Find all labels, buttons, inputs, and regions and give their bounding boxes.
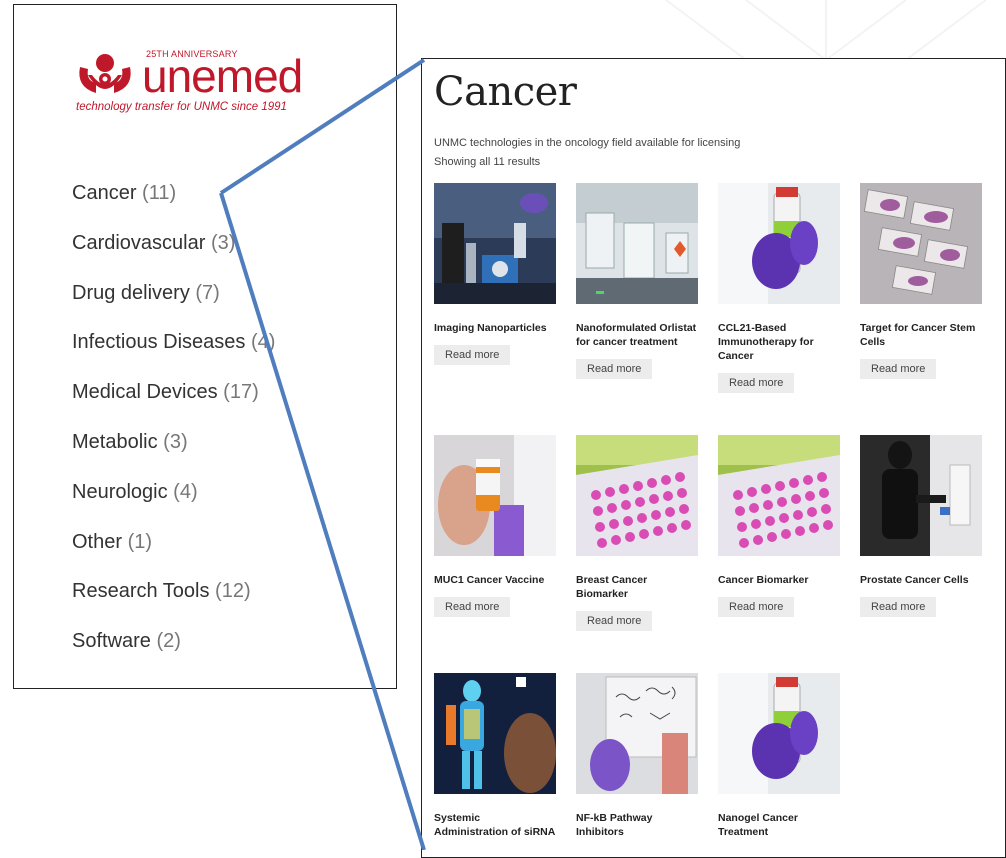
category-item-medical-devices[interactable]: Medical Devices (17)	[72, 380, 275, 430]
category-count: (1)	[127, 530, 153, 553]
category-label: Infectious Diseases	[72, 331, 246, 354]
result-count: Showing all 11 results	[434, 156, 541, 168]
logo-wordmark: unemed	[142, 50, 303, 102]
read-more-button[interactable]: Read more	[718, 597, 795, 617]
category-list: Cancer (11) Cardiovascular (3) Drug deli…	[72, 181, 275, 679]
product-card: CCL21-Based Immunotherapy for Cancer Rea…	[718, 183, 840, 393]
category-count: (3)	[210, 231, 236, 254]
product-image[interactable]	[718, 435, 840, 556]
read-more-button[interactable]: Read more	[860, 597, 937, 617]
page-description: UNMC technologies in the oncology field …	[434, 137, 741, 149]
product-card: Nanogel Cancer Treatment	[718, 673, 840, 839]
read-more-button[interactable]: Read more	[576, 611, 653, 631]
product-image[interactable]	[576, 183, 698, 304]
product-image[interactable]	[576, 673, 698, 794]
category-label: Metabolic	[72, 430, 158, 453]
product-image[interactable]	[434, 183, 556, 304]
read-more-button[interactable]: Read more	[434, 345, 511, 365]
product-image[interactable]	[434, 435, 556, 556]
product-name[interactable]: Target for Cancer Stem Cells	[860, 321, 982, 349]
read-more-button[interactable]: Read more	[718, 373, 795, 393]
category-item-research-tools[interactable]: Research Tools (12)	[72, 579, 275, 629]
product-name[interactable]: NF-kB Pathway Inhibitors	[576, 811, 698, 839]
product-name[interactable]: CCL21-Based Immunotherapy for Cancer	[718, 321, 840, 363]
category-item-drug-delivery[interactable]: Drug delivery (7)	[72, 281, 275, 331]
product-name[interactable]: Nanoformulated Orlistat for cancer treat…	[576, 321, 698, 349]
category-item-cancer[interactable]: Cancer (11)	[72, 181, 275, 231]
category-label: Other	[72, 530, 123, 553]
product-card: Target for Cancer Stem Cells Read more	[860, 183, 982, 379]
category-count: (3)	[163, 430, 188, 453]
category-count: (2)	[156, 630, 181, 653]
product-name[interactable]: Systemic Administration of siRNA	[434, 811, 556, 839]
category-count: (4)	[173, 480, 198, 503]
product-card: MUC1 Cancer Vaccine Read more	[434, 435, 556, 617]
category-label: Cardiovascular	[72, 231, 206, 254]
category-item-infectious-diseases[interactable]: Infectious Diseases (4)	[72, 330, 275, 380]
category-label: Drug delivery	[72, 281, 190, 304]
product-card: Systemic Administration of siRNA	[434, 673, 556, 839]
product-name[interactable]: MUC1 Cancer Vaccine	[434, 573, 556, 587]
product-name[interactable]: Prostate Cancer Cells	[860, 573, 982, 587]
product-image[interactable]	[860, 435, 982, 556]
category-count: (12)	[215, 580, 251, 603]
read-more-button[interactable]: Read more	[434, 597, 511, 617]
category-label: Software	[72, 630, 151, 653]
read-more-button[interactable]: Read more	[576, 359, 653, 379]
product-image[interactable]	[434, 673, 556, 794]
category-label: Medical Devices	[72, 381, 218, 404]
category-item-other[interactable]: Other (1)	[72, 530, 275, 580]
category-page-panel: Cancer UNMC technologies in the oncology…	[421, 58, 1006, 858]
logo-tagline: technology transfer for UNMC since 1991	[76, 101, 287, 113]
unemed-logo[interactable]: 25TH ANNIVERSARY unemed technology trans…	[74, 47, 354, 127]
page-title: Cancer	[434, 69, 577, 115]
product-name[interactable]: Breast Cancer Biomarker	[576, 573, 698, 601]
category-label: Research Tools	[72, 580, 210, 603]
product-name[interactable]: Nanogel Cancer Treatment	[718, 811, 840, 839]
product-card: NF-kB Pathway Inhibitors	[576, 673, 698, 839]
category-item-software[interactable]: Software (2)	[72, 629, 275, 679]
category-panel: 25TH ANNIVERSARY unemed technology trans…	[13, 4, 397, 689]
product-image[interactable]	[718, 673, 840, 794]
category-label: Cancer	[72, 182, 137, 204]
product-card: Prostate Cancer Cells Read more	[860, 435, 982, 617]
product-card: Imaging Nanoparticles Read more	[434, 183, 556, 365]
product-name[interactable]: Cancer Biomarker	[718, 573, 840, 587]
product-card: Cancer Biomarker Read more	[718, 435, 840, 617]
category-count: (17)	[223, 381, 259, 404]
product-image[interactable]	[718, 183, 840, 304]
category-item-neurologic[interactable]: Neurologic (4)	[72, 480, 275, 530]
product-image[interactable]	[576, 435, 698, 556]
flower-logo-icon	[79, 54, 131, 93]
product-card: Nanoformulated Orlistat for cancer treat…	[576, 183, 698, 379]
category-count: (4)	[250, 331, 276, 354]
category-count: (11)	[142, 182, 177, 204]
product-card: Breast Cancer Biomarker Read more	[576, 435, 698, 631]
product-name[interactable]: Imaging Nanoparticles	[434, 321, 556, 335]
category-label: Neurologic	[72, 480, 168, 503]
category-item-cardiovascular[interactable]: Cardiovascular (3)	[72, 231, 275, 281]
read-more-button[interactable]: Read more	[860, 359, 937, 379]
category-count: (7)	[195, 281, 220, 304]
category-item-metabolic[interactable]: Metabolic (3)	[72, 430, 275, 480]
product-image[interactable]	[860, 183, 982, 304]
